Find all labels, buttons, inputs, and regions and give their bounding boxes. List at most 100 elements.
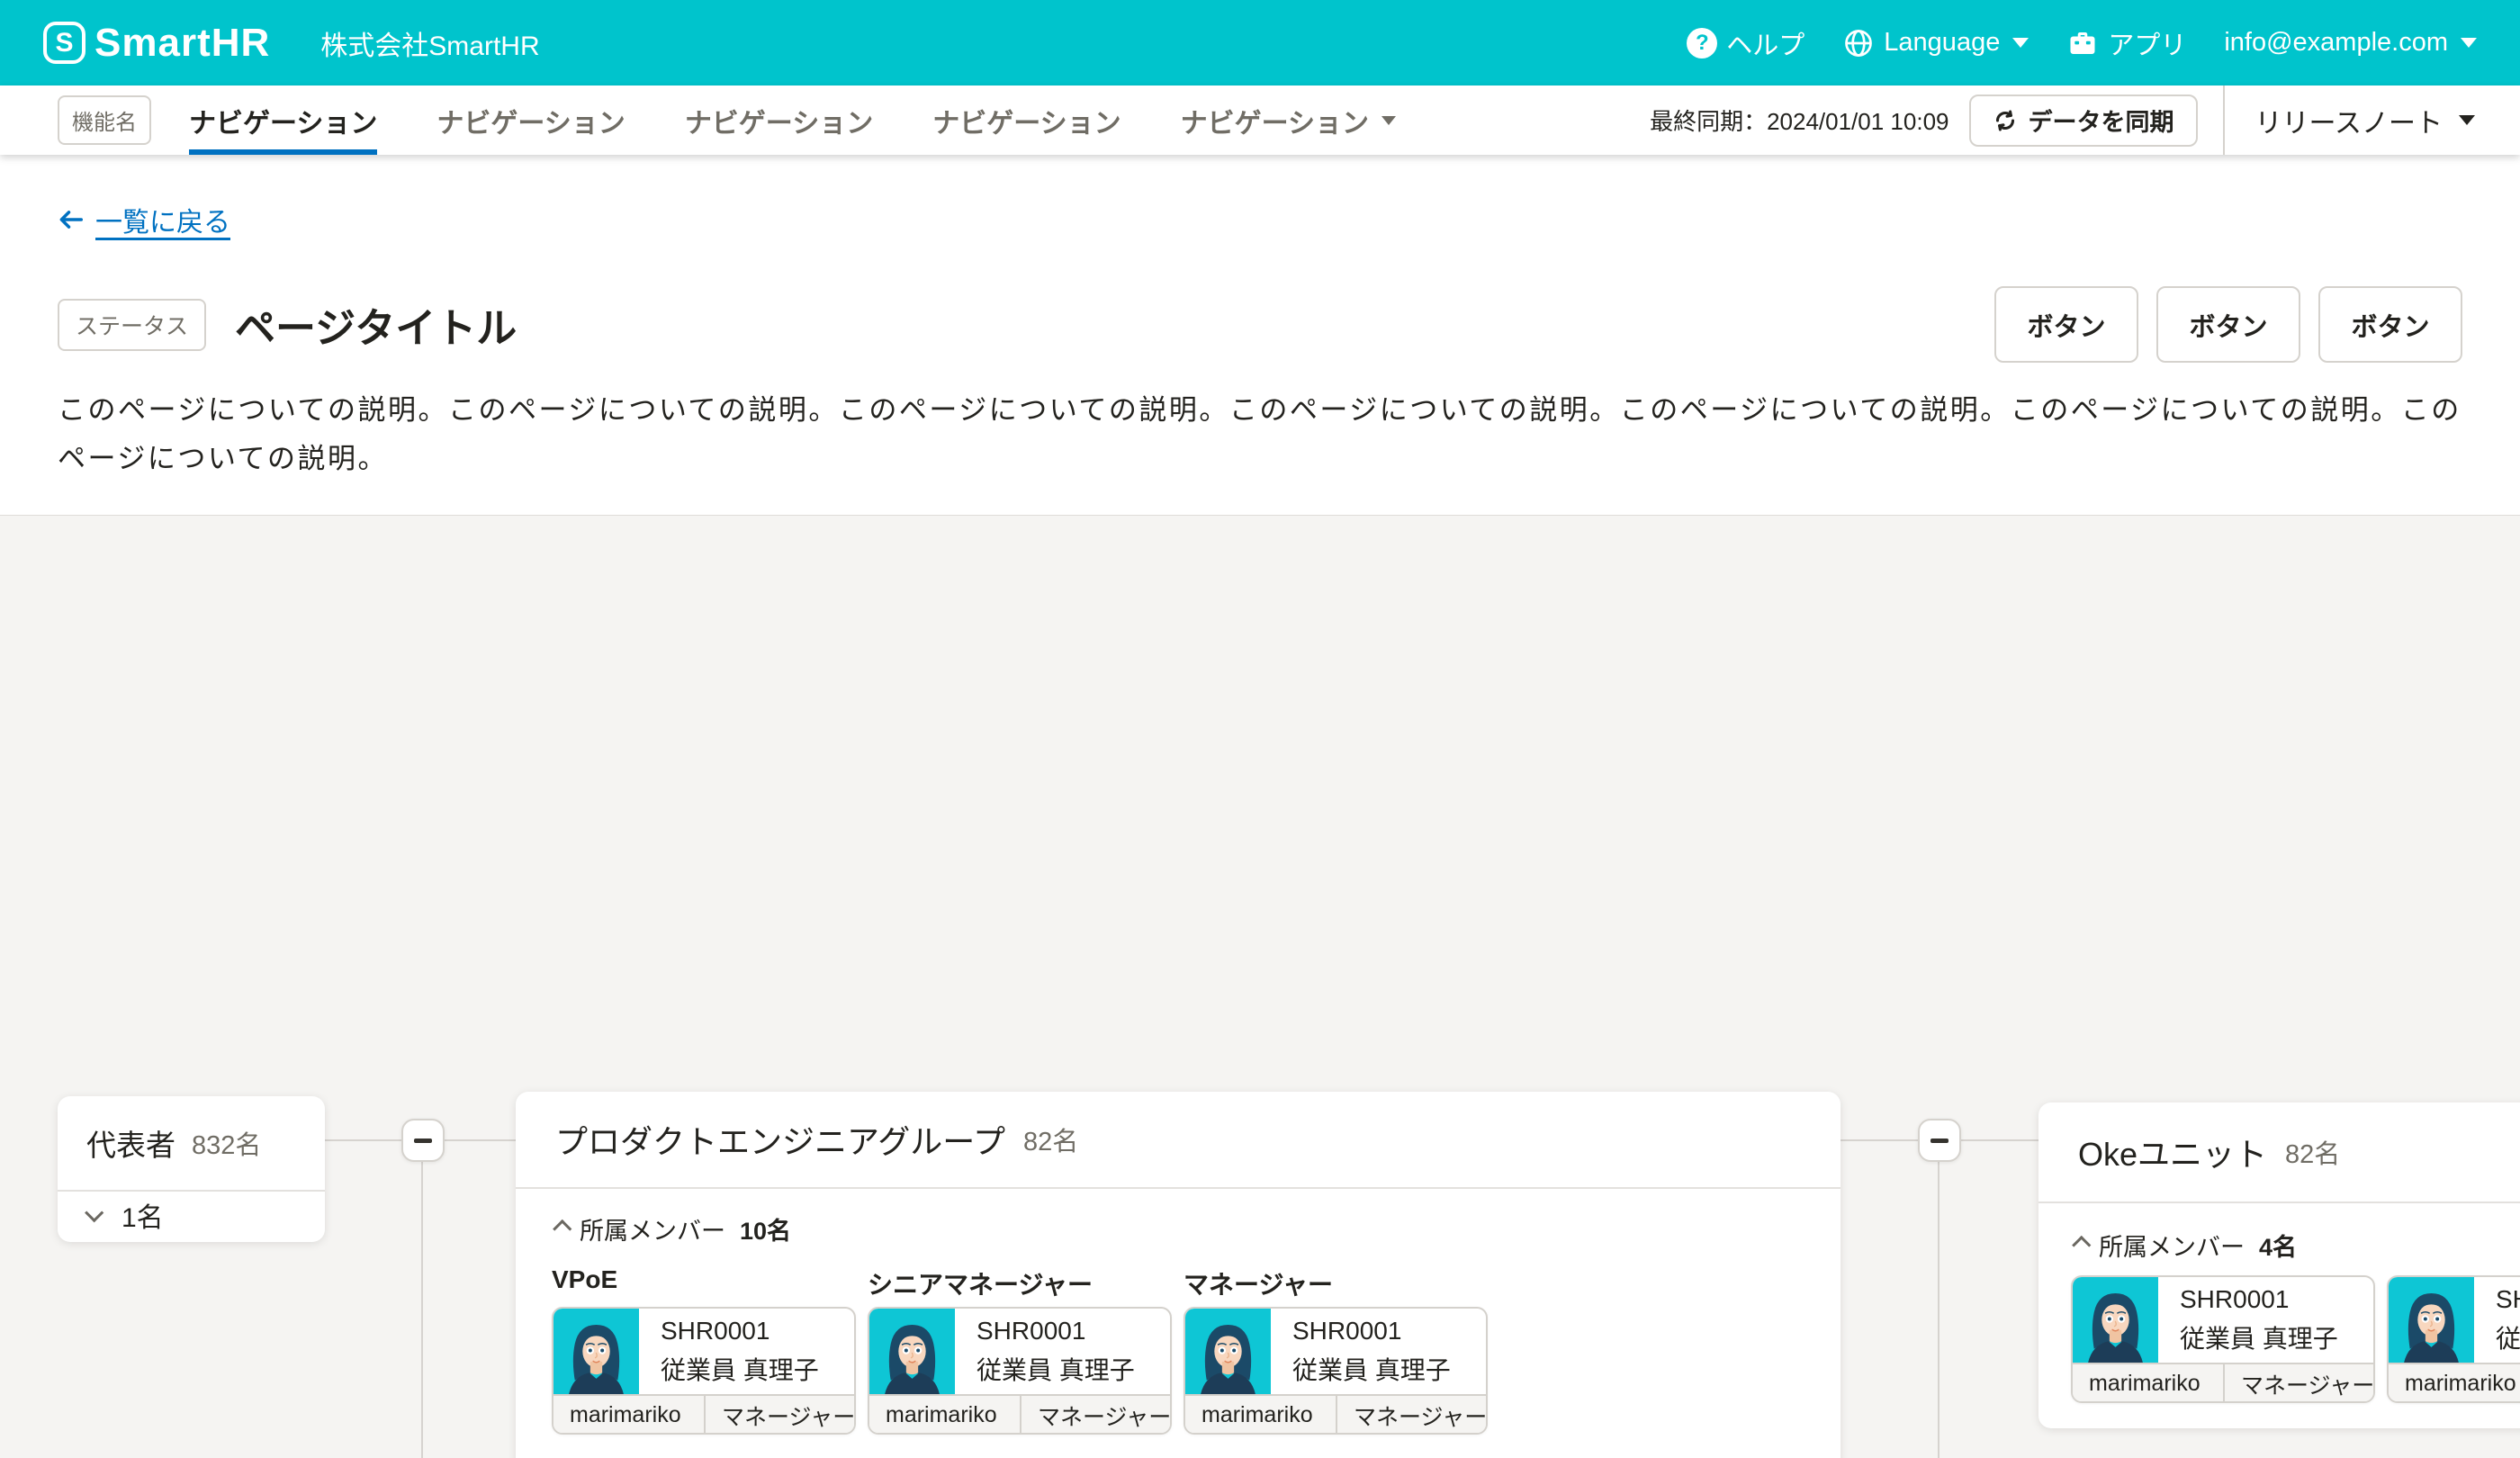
members-header[interactable]: 所属メンバー 4名 bbox=[2071, 1225, 2520, 1264]
employee-card-footer: marimariko マネージャー bbox=[554, 1394, 854, 1435]
minus-icon bbox=[414, 1138, 432, 1143]
main-group-members: 所属メンバー 10名 VPoE シニアマネージャー マネージャー bbox=[516, 1189, 1840, 1458]
employee-name: 従業員 真理子 bbox=[976, 1351, 1135, 1387]
employee-id: SHR0001 bbox=[2496, 1285, 2520, 1314]
action-button-3[interactable]: ボタン bbox=[2318, 286, 2462, 363]
avatar bbox=[554, 1309, 639, 1394]
org-chart-area: 代表者 832名 1名 プロダクトエンジニアグループ 82名 所属メンバー 10… bbox=[0, 515, 2520, 1458]
employee-card[interactable]: SHR0001 従業員 真理子 marimariko マネージャー bbox=[552, 1307, 856, 1435]
nav-tab-2[interactable]: ナビゲーション bbox=[436, 86, 625, 155]
account-menu[interactable]: info@example.com bbox=[2224, 28, 2477, 58]
employee-card[interactable]: SHR0001 従業員 真理子 marimariko マネージャー bbox=[868, 1307, 1172, 1435]
release-notes-menu[interactable]: リリースノート bbox=[2225, 101, 2476, 140]
apps-label: アプリ bbox=[2108, 24, 2186, 62]
connector-line bbox=[445, 1139, 516, 1141]
employee-username: marimariko bbox=[554, 1396, 704, 1435]
employee-card-top: SHR0001 従業員 真理子 bbox=[1185, 1309, 1486, 1394]
employee-role: マネージャー bbox=[1020, 1396, 1170, 1435]
apps-menu[interactable]: アプリ bbox=[2066, 24, 2186, 62]
root-node-count: 832名 bbox=[192, 1124, 261, 1162]
nav-tabs: ナビゲーション ナビゲーション ナビゲーション ナビゲーション ナビゲーション bbox=[189, 86, 1396, 155]
employee-card-footer: marimariko マネージャー bbox=[2073, 1363, 2373, 1403]
action-button-1[interactable]: ボタン bbox=[1994, 286, 2138, 363]
employee-card-top: SHR0001 従業員 真理子 bbox=[554, 1309, 854, 1394]
root-node-title: 代表者 bbox=[86, 1121, 176, 1165]
connector-line bbox=[421, 1162, 423, 1458]
page-title: ページタイトル bbox=[235, 295, 517, 354]
nav-tab-3[interactable]: ナビゲーション bbox=[685, 86, 873, 155]
employee-username: marimariko bbox=[2389, 1364, 2520, 1403]
feature-name-badge: 機能名 bbox=[58, 95, 151, 145]
title-row: ステータス ページタイトル ボタン ボタン ボタン bbox=[58, 286, 2462, 363]
employee-card-top: SHR0001 従業員 真理子 bbox=[869, 1309, 1170, 1394]
main-group-count: 82名 bbox=[1023, 1120, 1078, 1158]
employee-role: マネージャー bbox=[2223, 1364, 2373, 1403]
employee-username: marimariko bbox=[1185, 1396, 1336, 1435]
org-node-root[interactable]: 代表者 832名 1名 bbox=[58, 1096, 325, 1242]
last-sync-text: 最終同期：2024/01/01 10:09 bbox=[1650, 104, 1948, 137]
refresh-icon bbox=[1993, 108, 2018, 133]
members-count: 4名 bbox=[2259, 1228, 2297, 1263]
employee-name: 従業員 真理子 bbox=[1292, 1351, 1451, 1387]
help-menu[interactable]: ヘルプ bbox=[1687, 24, 1804, 62]
chevron-down-icon bbox=[2459, 115, 2475, 125]
chevron-down-icon bbox=[2012, 38, 2029, 48]
root-node-members-count: 1名 bbox=[122, 1195, 164, 1235]
help-label: ヘルプ bbox=[1726, 24, 1804, 62]
account-email: info@example.com bbox=[2224, 28, 2448, 58]
employee-texts: SHR0001 従業員 真理子 bbox=[955, 1309, 1135, 1394]
nav-tab-1[interactable]: ナビゲーション bbox=[189, 86, 377, 155]
chevron-up-icon bbox=[2072, 1235, 2091, 1254]
globe-icon bbox=[1842, 27, 1875, 59]
employee-role: マネージャー bbox=[704, 1396, 854, 1435]
members-count: 10名 bbox=[740, 1211, 791, 1246]
release-notes-label: リリースノート bbox=[2255, 101, 2444, 140]
employee-name: 従業員 真理子 bbox=[661, 1351, 819, 1387]
members-label: 所属メンバー bbox=[580, 1211, 725, 1246]
employee-texts: SHR0001 従業員 真理子 bbox=[639, 1309, 819, 1394]
nav-right: 最終同期：2024/01/01 10:09 データを同期 リリースノート bbox=[1650, 86, 2475, 155]
sync-data-label: データを同期 bbox=[2029, 103, 2174, 138]
role-header-senior-manager: シニアマネージャー bbox=[868, 1265, 1172, 1296]
sync-data-button[interactable]: データを同期 bbox=[1969, 94, 2198, 147]
nav-tab-4[interactable]: ナビゲーション bbox=[932, 86, 1120, 155]
toolbox-icon bbox=[2066, 27, 2099, 59]
employee-id: SHR0001 bbox=[2180, 1285, 2338, 1314]
connector-line bbox=[1938, 1162, 1940, 1458]
root-node-title-row: 代表者 832名 bbox=[58, 1096, 325, 1192]
employee-username: marimariko bbox=[2073, 1364, 2223, 1403]
page-description: このページについての説明。このページについての説明。このページについての説明。こ… bbox=[58, 386, 2462, 483]
org-node-oke-unit: Okeユニット 82名 所属メンバー 4名 bbox=[2038, 1102, 2520, 1428]
nav-tab-5-label: ナビゲーション bbox=[1181, 101, 1369, 140]
root-node-expander[interactable]: 1名 bbox=[58, 1192, 325, 1238]
employee-card-footer: marimariko マネージャー bbox=[2389, 1363, 2520, 1403]
role-header-vpoe: VPoE bbox=[552, 1265, 856, 1296]
employee-card[interactable]: SHR0001 従業員 真理子 marimariko マネージャー bbox=[2071, 1275, 2375, 1403]
header-right: ヘルプ Language アプリ info@example.com bbox=[1687, 24, 2477, 62]
connector-line bbox=[325, 1139, 401, 1141]
avatar bbox=[1185, 1309, 1271, 1394]
collapse-button[interactable] bbox=[401, 1119, 445, 1162]
member-card-row: SHR0001 従業員 真理子 marimariko マネージャー bbox=[2071, 1275, 2520, 1403]
question-icon bbox=[1687, 28, 1717, 58]
member-card-row: SHR0001 従業員 真理子 marimariko マネージャー bbox=[552, 1307, 1804, 1435]
avatar bbox=[2389, 1277, 2474, 1363]
employee-card[interactable]: SHR0001 従業員 真理子 marimariko マネージャー bbox=[2387, 1275, 2520, 1403]
employee-card[interactable]: SHR0001 従業員 真理子 marimariko マネージャー bbox=[1184, 1307, 1488, 1435]
employee-card-top: SHR0001 従業員 真理子 bbox=[2389, 1277, 2520, 1363]
action-button-2[interactable]: ボタン bbox=[2156, 286, 2300, 363]
oke-unit-title-row: Okeユニット 82名 bbox=[2038, 1102, 2520, 1203]
back-to-list-link[interactable]: 一覧に戻る bbox=[58, 200, 230, 239]
employee-id: SHR0001 bbox=[976, 1317, 1135, 1346]
smarthr-logo-text: SmartHR bbox=[94, 21, 270, 66]
collapse-button[interactable] bbox=[1918, 1119, 1961, 1162]
oke-unit-count: 82名 bbox=[2285, 1133, 2340, 1171]
nav-tab-5[interactable]: ナビゲーション bbox=[1181, 86, 1396, 155]
smarthr-logo-icon bbox=[43, 22, 86, 64]
employee-id: SHR0001 bbox=[661, 1317, 819, 1346]
language-menu[interactable]: Language bbox=[1842, 27, 2029, 59]
employee-id: SHR0001 bbox=[1292, 1317, 1451, 1346]
chevron-down-icon bbox=[2461, 38, 2477, 48]
connector-line bbox=[1961, 1139, 2038, 1141]
members-header[interactable]: 所属メンバー 10名 bbox=[552, 1209, 1804, 1249]
